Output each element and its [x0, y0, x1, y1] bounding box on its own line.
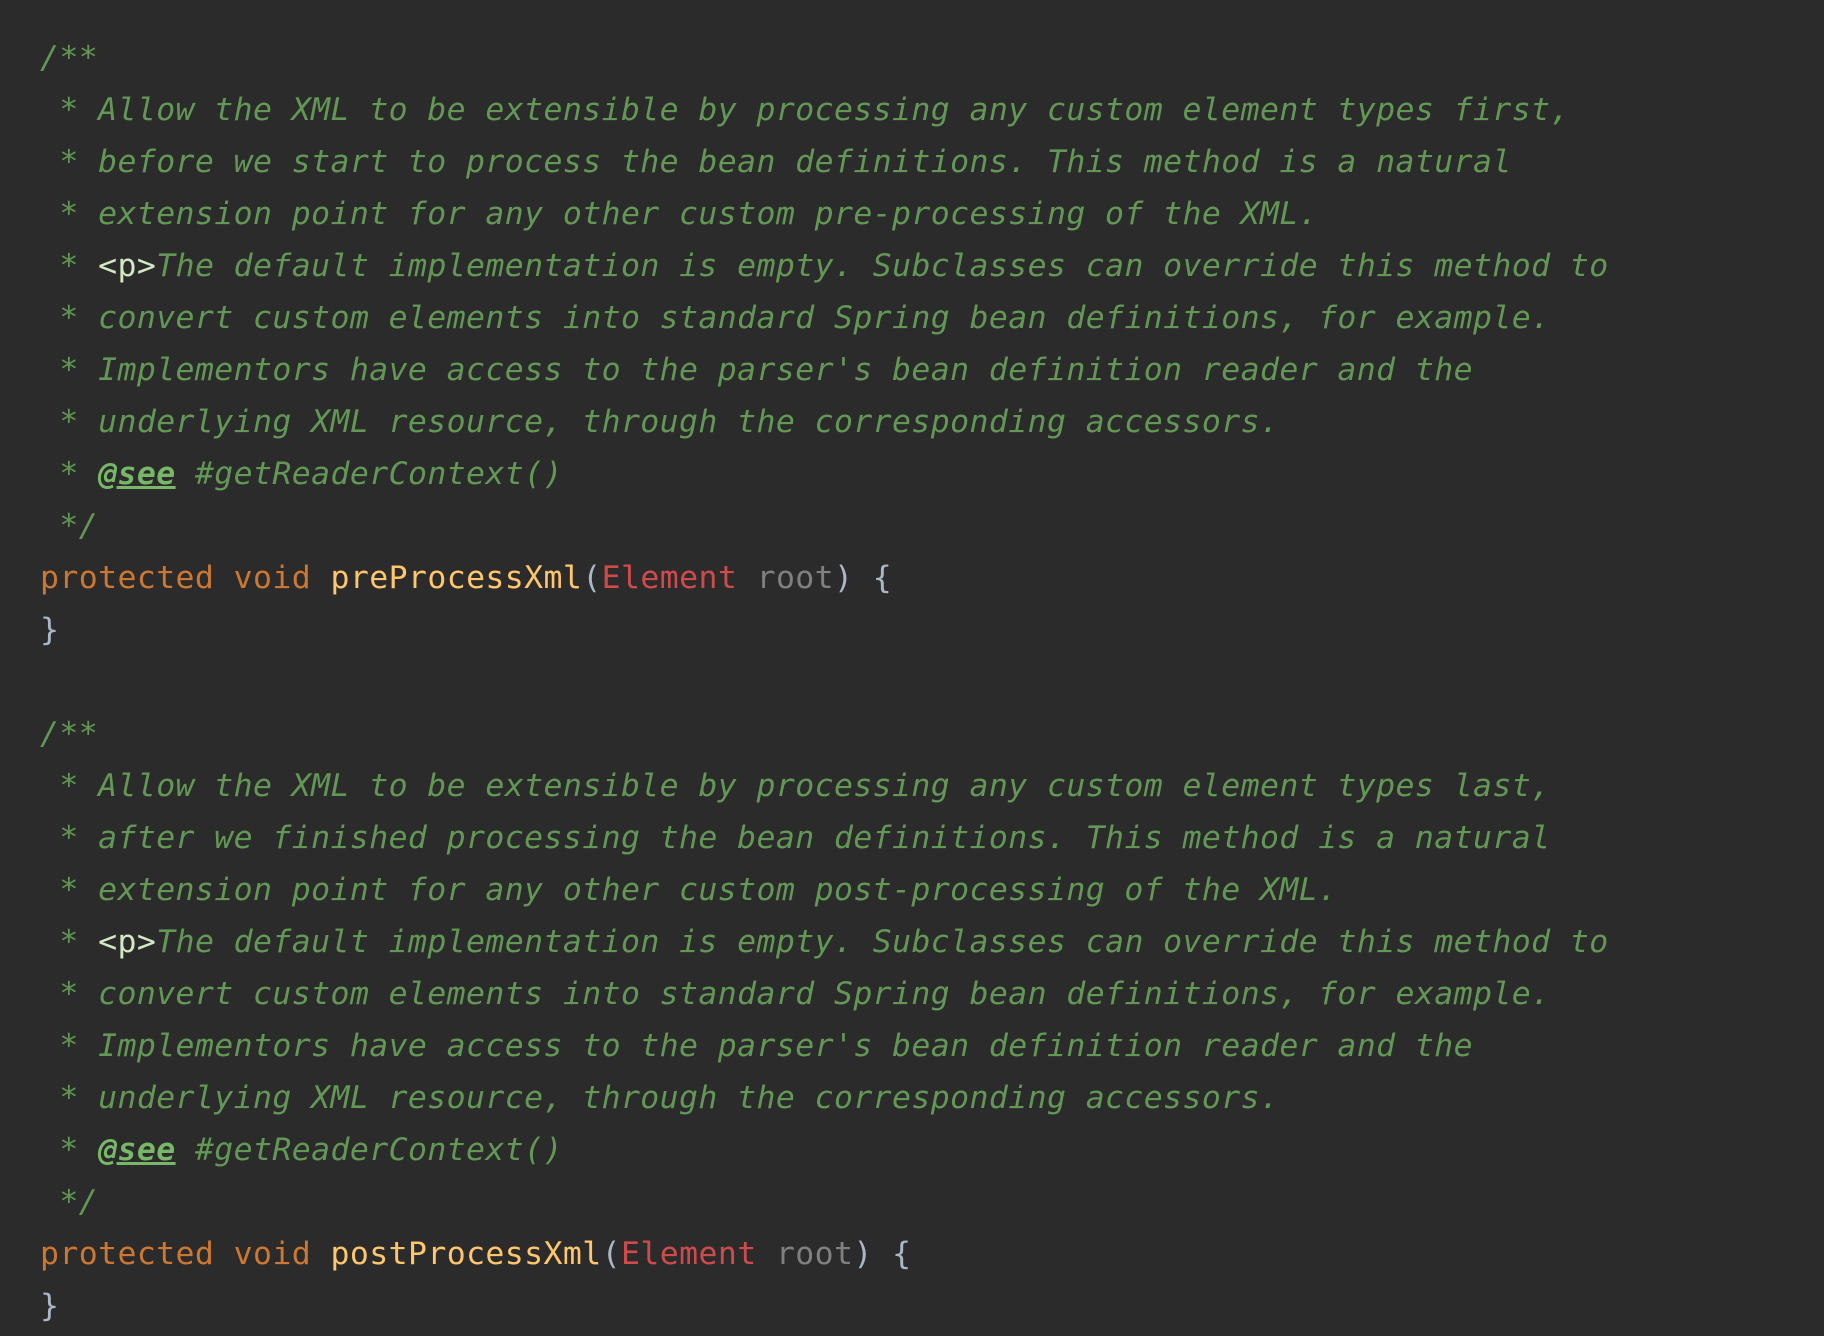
see-doc-tag[interactable]: @see [98, 1132, 175, 1168]
code-editor[interactable]: /** * Allow the XML to be extensible by … [40, 32, 1800, 1332]
comment-close: */ [40, 1184, 99, 1220]
comment-prefix: * [40, 924, 99, 960]
closing-brace: } [40, 612, 60, 648]
javadoc-comment-preprocess: /** * Allow the XML to be extensible by … [40, 32, 1800, 552]
comment-line: * extension point for any other custom p… [40, 872, 1338, 908]
comment-line: * Allow the XML to be extensible by proc… [40, 768, 1551, 804]
comment-line: * after we finished processing the bean … [40, 820, 1551, 856]
javadoc-comment-postprocess: /** * Allow the XML to be extensible by … [40, 708, 1800, 1228]
comment-text: The default implementation is empty. Sub… [156, 924, 1609, 960]
method-name[interactable]: postProcessXml [331, 1236, 602, 1272]
html-p-tag: <p> [98, 924, 157, 960]
open-paren: ( [601, 1236, 621, 1272]
see-reference: #getReaderContext() [175, 1132, 563, 1168]
signature-close: ) { [834, 560, 893, 596]
comment-text: The default implementation is empty. Sub… [156, 248, 1609, 284]
return-type-keyword: void [233, 560, 312, 596]
comment-line-p: * <p>The default implementation is empty… [40, 916, 1800, 968]
modifier-keyword: protected [40, 1236, 215, 1272]
comment-line: * Implementors have access to the parser… [40, 1028, 1473, 1064]
comment-line: * Allow the XML to be extensible by proc… [40, 92, 1570, 128]
comment-prefix: * [40, 456, 99, 492]
comment-prefix: * [40, 248, 99, 284]
see-reference: #getReaderContext() [175, 456, 563, 492]
comment-line: * underlying XML resource, through the c… [40, 404, 1280, 440]
comment-line: * extension point for any other custom p… [40, 196, 1319, 232]
method-signature-postprocess: protected void postProcessXml(Element ro… [40, 1228, 1800, 1280]
see-doc-tag[interactable]: @see [98, 456, 175, 492]
comment-line-p: * <p>The default implementation is empty… [40, 240, 1800, 292]
html-p-tag: <p> [98, 248, 157, 284]
param-name: root [756, 560, 835, 596]
param-type[interactable]: Element [621, 1236, 757, 1272]
param-type[interactable]: Element [602, 560, 738, 596]
comment-line: * convert custom elements into standard … [40, 300, 1551, 336]
comment-line: * before we start to process the bean de… [40, 144, 1512, 180]
comment-line: * underlying XML resource, through the c… [40, 1080, 1280, 1116]
modifier-keyword: protected [40, 560, 215, 596]
method-signature-preprocess: protected void preProcessXml(Element roo… [40, 552, 1800, 604]
return-type-keyword: void [233, 1236, 312, 1272]
comment-close: */ [40, 508, 99, 544]
method-name[interactable]: preProcessXml [331, 560, 583, 596]
signature-close: ) { [853, 1236, 912, 1272]
closing-brace: } [40, 1288, 60, 1324]
comment-line-see: * @see #getReaderContext() [40, 448, 1800, 500]
open-paren: ( [582, 560, 602, 596]
comment-open: /** [40, 40, 99, 76]
comment-line-see: * @see #getReaderContext() [40, 1124, 1800, 1176]
param-name: root [775, 1236, 854, 1272]
comment-line: * Implementors have access to the parser… [40, 352, 1473, 388]
comment-prefix: * [40, 1132, 99, 1168]
comment-open: /** [40, 716, 99, 752]
comment-line: * convert custom elements into standard … [40, 976, 1551, 1012]
